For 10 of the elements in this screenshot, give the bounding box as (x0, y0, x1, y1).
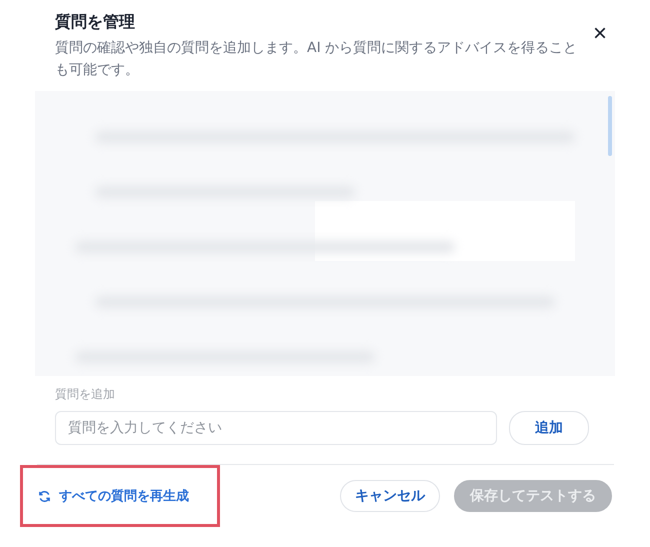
scrollbar-thumb[interactable] (608, 96, 612, 156)
dialog-description: 質問の確認や独自の質問を追加します。AI から質問に関するアドバイスを得ることも可能です。 (55, 39, 578, 80)
close-button[interactable]: × (590, 20, 610, 48)
cancel-button[interactable]: キャンセル (340, 480, 440, 512)
regenerate-link[interactable]: すべての質問を再生成 (38, 487, 189, 505)
question-input-field[interactable]: 質問を入力してください (55, 411, 497, 445)
field-label: 質問を追加 (55, 386, 116, 403)
dialog-title: 質問を管理 (55, 12, 136, 33)
add-button[interactable]: 追加 (509, 411, 589, 445)
refresh-icon (38, 490, 51, 502)
